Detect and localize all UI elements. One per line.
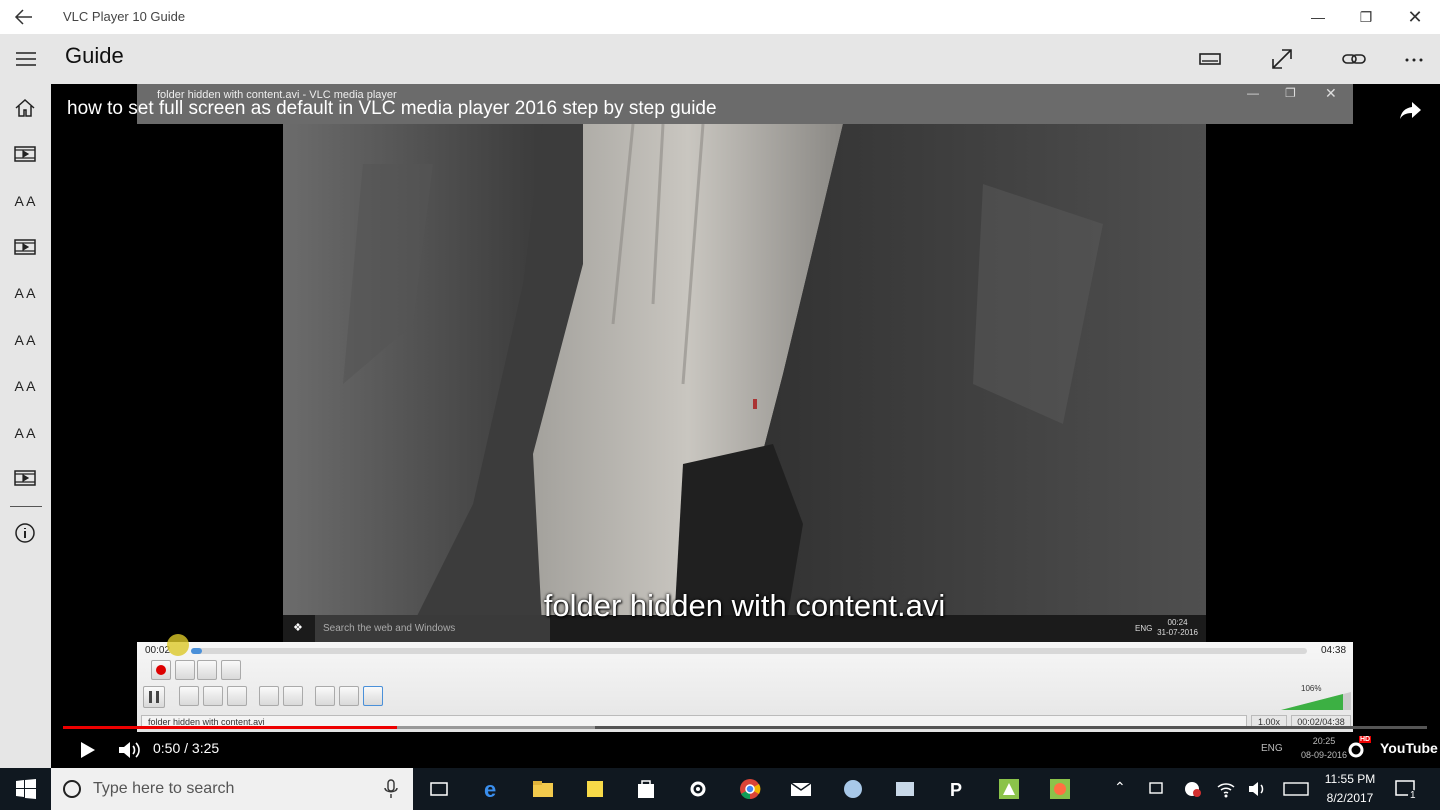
microphone-icon[interactable]	[383, 779, 399, 799]
info-icon[interactable]	[12, 520, 38, 546]
font-size-icon[interactable]: A A	[12, 327, 38, 353]
speaker-icon[interactable]	[1246, 777, 1270, 801]
paint-icon[interactable]	[841, 777, 865, 801]
sidebar-divider	[10, 506, 42, 507]
extended-settings-button	[283, 686, 303, 706]
svg-text:P: P	[950, 780, 962, 800]
frame-step-button	[221, 660, 241, 680]
taskbar-clock[interactable]: 11:55 PM 8/2/2017	[1320, 770, 1380, 808]
font-size-icon[interactable]: A A	[12, 280, 38, 306]
youtube-time: 0:50 / 3:25	[153, 740, 220, 756]
page-title: Guide	[65, 43, 124, 68]
more-options-icon[interactable]	[1400, 46, 1428, 72]
loop-button	[339, 686, 359, 706]
photos-icon[interactable]	[893, 777, 917, 801]
video-title[interactable]: how to set full screen as default in VLC…	[67, 98, 717, 120]
record-button	[151, 660, 171, 680]
playlist-button	[315, 686, 335, 706]
task-view-icon[interactable]	[427, 777, 451, 801]
video-player[interactable]: folder hidden with content.avi - VLC med…	[51, 84, 1440, 768]
link-icon[interactable]	[1340, 46, 1368, 72]
settings-gear-icon[interactable]	[1345, 740, 1367, 760]
settings-icon[interactable]	[686, 777, 710, 801]
vlc-minimize-icon: —	[1247, 86, 1259, 100]
svg-text:e: e	[484, 777, 496, 801]
youtube-progress-bar[interactable]	[63, 726, 1427, 729]
app-orange-icon[interactable]	[1048, 777, 1072, 801]
devices-icon[interactable]	[1146, 777, 1170, 801]
previous-button	[179, 686, 199, 706]
compact-view-icon[interactable]	[1196, 46, 1224, 72]
font-size-icon[interactable]: A A	[12, 420, 38, 446]
hamburger-menu-icon[interactable]	[14, 48, 38, 70]
close-button[interactable]: ✕	[1403, 6, 1427, 28]
chrome-icon[interactable]	[738, 777, 762, 801]
wifi-icon[interactable]	[1214, 777, 1238, 801]
store-icon[interactable]	[634, 777, 658, 801]
keyboard-icon[interactable]	[1282, 777, 1310, 801]
hd-badge: HD	[1359, 736, 1372, 743]
shuffle-button	[363, 686, 383, 706]
back-arrow-icon[interactable]	[12, 6, 36, 28]
font-size-icon[interactable]: A A	[12, 373, 38, 399]
taskbar-search-box[interactable]: Type here to search	[51, 768, 413, 810]
snapshot-button	[175, 660, 195, 680]
next-button	[227, 686, 247, 706]
video-icon[interactable]	[12, 234, 38, 260]
vlc-seek-bar	[191, 648, 1307, 654]
youtube-played-bar	[63, 726, 398, 729]
home-icon[interactable]	[12, 95, 38, 121]
recorded-outer-taskbar: ENG 20:25 08-09-2016	[1261, 736, 1348, 760]
vlc-total-time: 04:38	[1321, 645, 1347, 656]
pause-button	[143, 686, 165, 708]
cortana-icon	[63, 780, 81, 798]
antivirus-icon[interactable]	[1180, 777, 1204, 801]
volume-icon[interactable]	[117, 740, 141, 760]
minimize-button[interactable]: —	[1306, 6, 1330, 28]
video-frame-cliff-image	[283, 124, 1206, 644]
vlc-close-icon: ✕	[1325, 85, 1337, 101]
title-bar: VLC Player 10 Guide — ❐ ✕	[0, 0, 1440, 34]
chevron-up-icon[interactable]: ⌃	[1114, 779, 1126, 796]
sticky-notes-icon[interactable]	[583, 777, 607, 801]
windows-taskbar: Type here to search e P ⌃ 11:55 PM 8/2/2…	[0, 768, 1440, 810]
file-explorer-icon[interactable]	[531, 777, 555, 801]
youtube-controls: 0:50 / 3:25 ENG 20:25 08-09-2016 HD YouT…	[51, 732, 1440, 768]
vlc-restore-icon: ❐	[1285, 86, 1296, 100]
play-icon[interactable]	[77, 740, 97, 760]
font-size-icon[interactable]: A A	[12, 188, 38, 214]
cursor-highlight	[167, 634, 189, 656]
vlc-controls: 00:02 04:38 106% folder hidden with cont…	[137, 634, 1353, 732]
recorded-lang: ENG	[1135, 624, 1153, 633]
app-p-icon[interactable]: P	[945, 777, 969, 801]
app-green-icon[interactable]	[997, 777, 1021, 801]
youtube-logo[interactable]: YouTube	[1380, 738, 1438, 760]
fullscreen-icon[interactable]	[1268, 46, 1296, 72]
share-icon[interactable]	[1398, 98, 1424, 122]
restore-button[interactable]: ❐	[1354, 6, 1378, 28]
mail-icon[interactable]	[789, 777, 813, 801]
loop-ab-button	[197, 660, 217, 680]
video-icon[interactable]	[12, 465, 38, 491]
vlc-volume: 106%	[1281, 684, 1351, 710]
notification-count: 1	[1408, 790, 1418, 801]
sidebar: A A A A A A A A A A	[0, 84, 51, 768]
edge-browser-icon[interactable]: e	[481, 777, 505, 801]
app-header: Guide	[0, 34, 1440, 84]
fullscreen-toggle-button	[259, 686, 279, 706]
windows-start-icon[interactable]	[14, 777, 38, 801]
window-title: VLC Player 10 Guide	[63, 9, 186, 24]
video-icon[interactable]	[12, 141, 38, 167]
video-subtitle: folder hidden with content.avi	[543, 588, 946, 623]
stop-button	[203, 686, 223, 706]
taskbar-search-placeholder: Type here to search	[93, 780, 235, 797]
action-center-icon[interactable]: 1	[1394, 778, 1418, 801]
